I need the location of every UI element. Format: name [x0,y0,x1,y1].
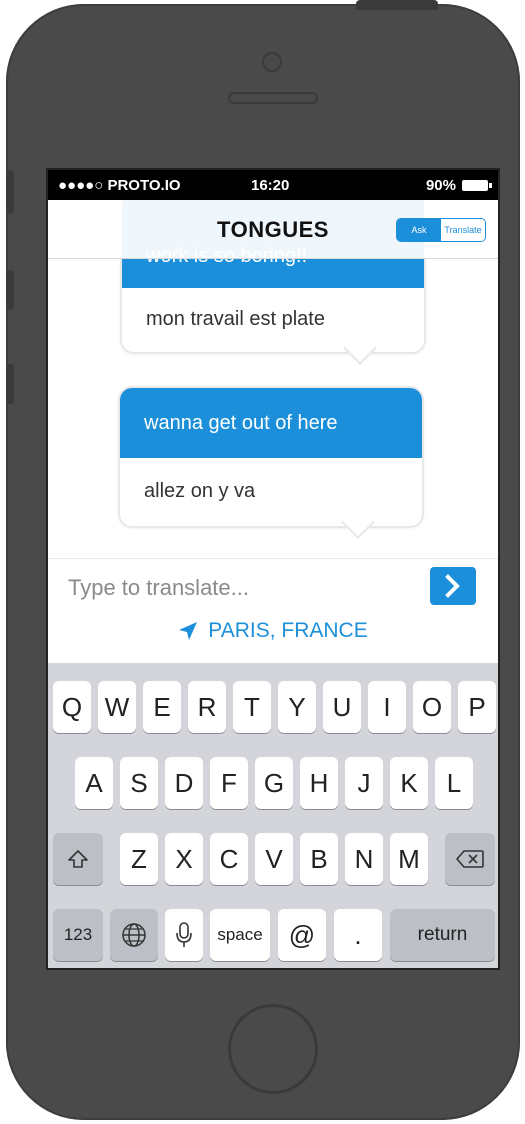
original-text: wanna get out of here [120,388,422,458]
shift-icon [68,850,88,868]
key-r[interactable]: R [188,681,226,733]
key-l[interactable]: L [435,757,473,809]
key-i[interactable]: I [368,681,406,733]
chevron-right-icon [445,574,460,598]
location-arrow-icon [179,622,198,640]
key-p[interactable]: P [458,681,496,733]
mute-switch [6,170,14,214]
shift-key[interactable] [53,833,103,885]
home-button[interactable] [228,1004,318,1094]
period-key[interactable]: . [334,909,382,961]
key-h[interactable]: H [300,757,338,809]
key-d[interactable]: D [165,757,203,809]
microphone-icon [176,922,192,947]
globe-icon [122,923,146,947]
key-x[interactable]: X [165,833,203,885]
key-w[interactable]: W [98,681,136,733]
volume-up-button [6,270,14,310]
segment-translate[interactable]: Translate [441,219,485,241]
at-key[interactable]: @ [278,909,326,961]
mode-segmented-control[interactable]: Ask Translate [396,218,486,242]
key-z[interactable]: Z [120,833,158,885]
compose-area: Type to translate... PARIS, FRANCE [48,558,498,664]
translated-text: mon travail est plate [146,307,325,330]
key-a[interactable]: A [75,757,113,809]
navigation-bar: TONGUES Ask Translate [48,200,498,259]
key-y[interactable]: Y [278,681,316,733]
key-o[interactable]: O [413,681,451,733]
key-k[interactable]: K [390,757,428,809]
volume-down-button [6,364,14,404]
segment-ask[interactable]: Ask [397,219,441,241]
location-indicator[interactable]: PARIS, FRANCE [48,619,498,643]
carrier-label: ●●●●○ PROTO.IO [58,177,181,194]
keyboard: Q W E R T Y U I O P A S D F G H J K L Z … [48,663,498,968]
earpiece-speaker [228,92,318,104]
key-n[interactable]: N [345,833,383,885]
key-s[interactable]: S [120,757,158,809]
front-camera [262,52,282,72]
key-b[interactable]: B [300,833,338,885]
delete-icon [456,850,484,868]
key-q[interactable]: Q [53,681,91,733]
key-t[interactable]: T [233,681,271,733]
delete-key[interactable] [445,833,495,885]
phone-frame: work is so boring!! mon travail est plat… [6,4,520,1120]
send-button[interactable] [430,567,476,605]
translated-text: allez on y va [144,479,256,502]
key-e[interactable]: E [143,681,181,733]
power-button [356,0,438,10]
clock: 16:20 [251,177,290,194]
location-label: PARIS, FRANCE [208,619,368,642]
key-c[interactable]: C [210,833,248,885]
translate-input[interactable]: Type to translate... [68,575,249,601]
battery-percent: 90% [425,177,456,194]
space-key[interactable]: space [210,909,270,961]
key-j[interactable]: J [345,757,383,809]
key-f[interactable]: F [210,757,248,809]
dictation-key[interactable] [165,909,203,961]
battery-indicator: 90% [425,177,492,194]
globe-key[interactable] [110,909,158,961]
key-u[interactable]: U [323,681,361,733]
battery-icon [462,180,492,191]
message-bubble: wanna get out of here allez on y va [118,386,424,539]
key-g[interactable]: G [255,757,293,809]
return-key[interactable]: return [390,909,495,961]
status-bar: ●●●●○ PROTO.IO 16:20 90% [48,170,498,200]
phone-screen: work is so boring!! mon travail est plat… [46,168,500,970]
key-m[interactable]: M [390,833,428,885]
key-v[interactable]: V [255,833,293,885]
numbers-key[interactable]: 123 [53,909,103,961]
